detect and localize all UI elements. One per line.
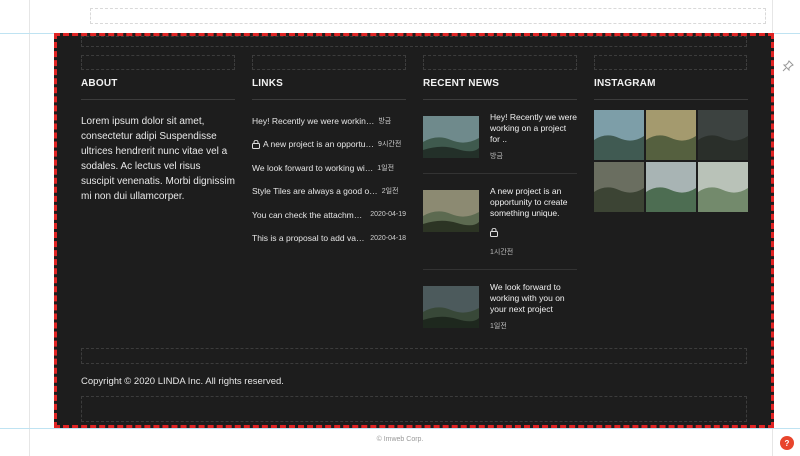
link-date: 9시간전 bbox=[378, 141, 402, 149]
instagram-photo-image bbox=[698, 162, 748, 212]
instagram-photo[interactable] bbox=[698, 162, 748, 212]
instagram-photo-image bbox=[594, 162, 644, 212]
instagram-photo[interactable] bbox=[646, 162, 696, 212]
link-item[interactable]: This is a proposal to add value … 2020-04… bbox=[252, 227, 406, 251]
news-thumbnail[interactable] bbox=[423, 190, 479, 232]
news-item[interactable]: Hey! Recently we were working on a proje… bbox=[423, 100, 577, 174]
link-date: 2일전 bbox=[381, 188, 399, 196]
link-item[interactable]: We look forward to working wi… 1일전 bbox=[252, 156, 406, 180]
column-placeholder-about bbox=[81, 55, 235, 70]
news-list: Hey! Recently we were working on a proje… bbox=[423, 100, 577, 343]
help-button[interactable]: ? bbox=[780, 436, 794, 450]
link-item[interactable]: A new project is an opportu… 9시간전 bbox=[252, 133, 406, 157]
link-date: 1일전 bbox=[377, 164, 395, 172]
instagram-photo[interactable] bbox=[646, 110, 696, 160]
instagram-title: INSTAGRAM bbox=[594, 78, 748, 100]
news-thumbnail[interactable] bbox=[423, 286, 479, 328]
about-column: ABOUT Lorem ipsum dolor sit amet, consec… bbox=[81, 78, 235, 204]
instagram-photo-image bbox=[646, 110, 696, 160]
news-item[interactable]: We look forward to working with you on y… bbox=[423, 270, 577, 343]
about-text: Lorem ipsum dolor sit amet, consectetur … bbox=[81, 116, 235, 202]
instagram-photo[interactable] bbox=[594, 110, 644, 160]
pin-icon[interactable] bbox=[782, 60, 794, 72]
instagram-photo-image bbox=[646, 162, 696, 212]
news-item-title: A new project is an opportunity to creat… bbox=[490, 186, 568, 218]
news-thumbnail[interactable] bbox=[423, 116, 479, 158]
news-column: RECENT NEWS Hey! Recently we were workin… bbox=[423, 78, 577, 343]
link-title: A new project is an opportu… bbox=[263, 139, 375, 150]
news-text: Hey! Recently we were working on a proje… bbox=[490, 112, 577, 161]
news-text: A new project is an opportunity to creat… bbox=[490, 186, 577, 257]
instagram-photo-image bbox=[698, 110, 748, 160]
section-divider-strip bbox=[81, 348, 747, 364]
link-title: Style Tiles are always a good o… bbox=[252, 186, 378, 197]
news-item-date: 1일전 bbox=[490, 323, 507, 330]
link-title: We look forward to working wi… bbox=[252, 162, 374, 173]
column-placeholder-instagram bbox=[594, 55, 747, 70]
news-text: We look forward to working with you on y… bbox=[490, 282, 577, 331]
instagram-photo-image bbox=[594, 110, 644, 160]
section-top-strip bbox=[81, 36, 747, 47]
empty-section-placeholder[interactable] bbox=[90, 8, 766, 24]
instagram-photo[interactable] bbox=[698, 110, 748, 160]
news-item-date: 방금 bbox=[490, 153, 503, 160]
link-date: 2020-04-19 bbox=[370, 211, 406, 219]
news-item-title: We look forward to working with you on y… bbox=[490, 282, 565, 314]
copyright-text: Copyright © 2020 LINDA Inc. All rights r… bbox=[81, 376, 284, 387]
section-bottom-strip bbox=[81, 396, 747, 422]
guide-line-bottom bbox=[0, 428, 800, 429]
footer-section[interactable]: ABOUT Lorem ipsum dolor sit amet, consec… bbox=[54, 33, 774, 428]
link-title: This is a proposal to add value … bbox=[252, 233, 367, 244]
link-title: You can check the attachment … bbox=[252, 209, 367, 220]
link-date: 2020-04-18 bbox=[370, 234, 406, 242]
bottom-page-area bbox=[30, 430, 772, 456]
page-top-area bbox=[30, 0, 772, 34]
lock-icon bbox=[490, 228, 498, 237]
about-title: ABOUT bbox=[81, 78, 235, 100]
link-item[interactable]: You can check the attachment … 2020-04-19 bbox=[252, 203, 406, 227]
instagram-column: INSTAGRAM bbox=[594, 78, 748, 212]
credit-text: © Imweb Corp. bbox=[376, 436, 424, 443]
link-item[interactable]: Hey! Recently we were workin… 방금 bbox=[252, 109, 406, 133]
link-date: 방금 bbox=[378, 117, 392, 125]
instagram-grid bbox=[594, 110, 748, 212]
column-placeholder-links bbox=[252, 55, 406, 70]
news-title: RECENT NEWS bbox=[423, 78, 577, 100]
instagram-photo[interactable] bbox=[594, 162, 644, 212]
links-title: LINKS bbox=[252, 78, 406, 100]
links-list: Hey! Recently we were workin… 방금 A new pro… bbox=[252, 109, 406, 250]
lock-icon bbox=[252, 139, 260, 149]
news-item[interactable]: A new project is an opportunity to creat… bbox=[423, 174, 577, 270]
link-title: Hey! Recently we were workin… bbox=[252, 115, 375, 126]
column-placeholder-news bbox=[423, 55, 577, 70]
links-column: LINKS Hey! Recently we were workin… 방금 A n… bbox=[252, 78, 406, 250]
guide-line-left bbox=[29, 0, 30, 456]
link-item[interactable]: Style Tiles are always a good o… 2일전 bbox=[252, 180, 406, 204]
news-item-date: 1시간전 bbox=[490, 249, 514, 256]
news-item-title: Hey! Recently we were working on a proje… bbox=[490, 112, 577, 144]
